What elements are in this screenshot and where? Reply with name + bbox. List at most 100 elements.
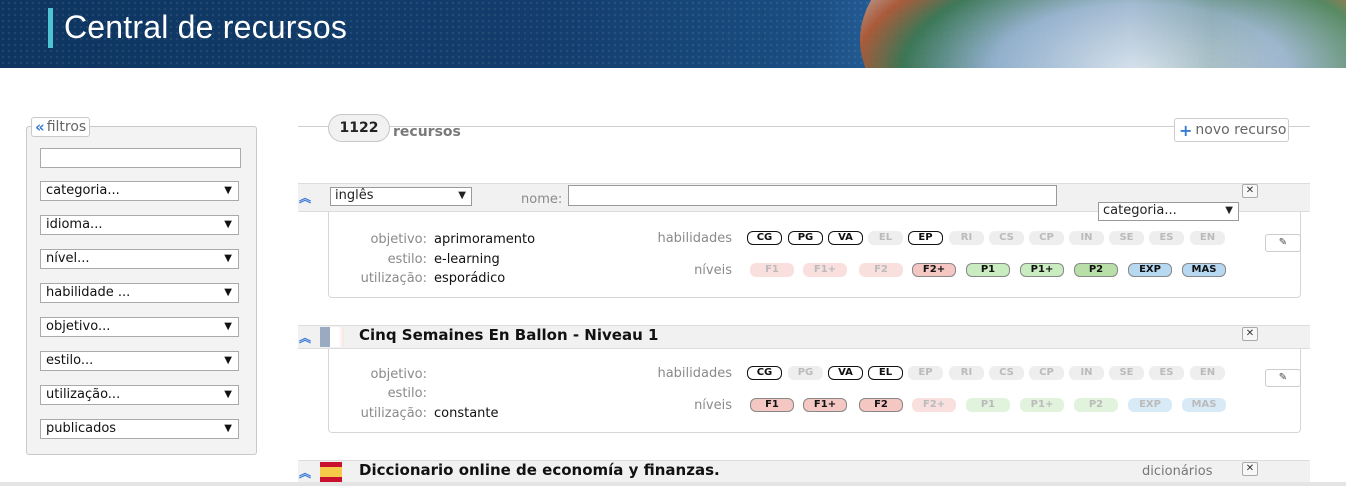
- skill-tag-cg[interactable]: CG: [747, 366, 782, 380]
- estilo-label: estilo:: [387, 386, 427, 401]
- level-tag-mas[interactable]: MAS: [1182, 263, 1226, 277]
- filter-utilizacao-value: utilização...: [46, 387, 121, 402]
- skill-tag-va[interactable]: VA: [828, 366, 863, 380]
- language-marker: [320, 327, 330, 347]
- objetivo-value: aprimoramento: [434, 232, 536, 247]
- resource-count-badge: 1122: [328, 114, 390, 142]
- habilidades-label: habilidades: [657, 231, 732, 246]
- skill-tag-ep[interactable]: EP: [908, 366, 943, 380]
- objetivo-label: objetivo:: [370, 232, 427, 247]
- skill-tag-cg[interactable]: CG: [747, 231, 782, 245]
- name-field-label: nome:: [521, 192, 563, 207]
- skill-tag-cp[interactable]: CP: [1029, 366, 1064, 380]
- chevron-double-up-icon[interactable]: ︽: [299, 332, 311, 344]
- new-resource-label: novo recurso: [1195, 122, 1287, 138]
- new-resource-button[interactable]: + novo recurso: [1174, 118, 1289, 142]
- resource-title[interactable]: Diccionario online de economía y finanza…: [359, 461, 720, 479]
- skill-tag-es[interactable]: ES: [1149, 366, 1184, 380]
- skill-tag-el[interactable]: EL: [868, 231, 903, 245]
- chevron-down-icon: ▼: [224, 389, 232, 400]
- filter-idioma-value: idioma...: [46, 217, 103, 232]
- level-tag-f1[interactable]: F1: [750, 398, 794, 412]
- skill-tag-en[interactable]: EN: [1190, 231, 1225, 245]
- level-tag-mas[interactable]: MAS: [1182, 398, 1226, 412]
- level-tag-f2-plus[interactable]: F2+: [912, 398, 956, 412]
- language-marker-stripe: [330, 327, 344, 347]
- skill-tag-el[interactable]: EL: [868, 366, 903, 380]
- page-title: Central de recursos: [64, 9, 348, 45]
- level-tag-f1-plus[interactable]: F1+: [803, 398, 847, 412]
- level-tag-exp[interactable]: EXP: [1128, 398, 1172, 412]
- category-select-value: categoria...: [1103, 203, 1177, 218]
- close-icon[interactable]: ✕: [1242, 462, 1258, 476]
- header-globe-image: [860, 0, 1346, 68]
- resource-count-label: recursos: [393, 124, 461, 140]
- level-tag-exp[interactable]: EXP: [1128, 263, 1172, 277]
- chevron-down-icon: ▼: [224, 423, 232, 434]
- language-select[interactable]: inglês ▼: [330, 187, 472, 206]
- name-input[interactable]: [568, 185, 1057, 206]
- skill-tag-in[interactable]: IN: [1069, 231, 1104, 245]
- filter-estilo-value: estilo...: [46, 353, 94, 368]
- close-icon[interactable]: ✕: [1242, 327, 1258, 341]
- level-tag-p1[interactable]: P1: [966, 263, 1010, 277]
- level-tag-f2-plus[interactable]: F2+: [912, 263, 956, 277]
- objetivo-label: objetivo:: [370, 367, 427, 382]
- filter-idioma-select[interactable]: idioma... ▼: [40, 215, 239, 235]
- filter-categoria-value: categoria...: [46, 183, 120, 198]
- level-tag-f1[interactable]: F1: [750, 263, 794, 277]
- level-tag-p2[interactable]: P2: [1074, 263, 1118, 277]
- level-tag-p1-plus[interactable]: P1+: [1020, 263, 1064, 277]
- filter-search-input[interactable]: [40, 148, 241, 168]
- filters-toggle[interactable]: « filtros: [31, 117, 91, 137]
- chevron-down-icon: ▼: [224, 321, 232, 332]
- chevron-double-up-icon[interactable]: ︽: [299, 467, 311, 479]
- filter-categoria-select[interactable]: categoria... ▼: [40, 181, 239, 201]
- skill-tag-en[interactable]: EN: [1190, 366, 1225, 380]
- filter-estilo-select[interactable]: estilo... ▼: [40, 351, 239, 371]
- skill-tag-cp[interactable]: CP: [1029, 231, 1064, 245]
- skill-tag-cs[interactable]: CS: [989, 366, 1024, 380]
- page-bottom-edge: [0, 482, 1346, 486]
- pencil-icon[interactable]: ✎: [1265, 234, 1301, 252]
- skill-tag-es[interactable]: ES: [1149, 231, 1184, 245]
- skill-tag-va[interactable]: VA: [828, 231, 863, 245]
- skill-tag-ep[interactable]: EP: [908, 231, 943, 245]
- resource-title[interactable]: Cinq Semaines En Ballon - Niveau 1: [359, 326, 658, 344]
- filter-habilidade-select[interactable]: habilidade ... ▼: [40, 283, 239, 303]
- niveis-label: níveis: [694, 398, 732, 413]
- niveis-label: níveis: [694, 263, 732, 278]
- filter-publicados-value: publicados: [46, 421, 117, 436]
- chevron-down-icon: ▼: [224, 185, 232, 196]
- filter-utilizacao-select[interactable]: utilização... ▼: [40, 385, 239, 405]
- skill-tag-se[interactable]: SE: [1109, 366, 1144, 380]
- filter-objetivo-select[interactable]: objetivo... ▼: [40, 317, 239, 337]
- level-tag-f2[interactable]: F2: [859, 398, 903, 412]
- spanish-flag-icon: [320, 462, 342, 482]
- skill-tag-se[interactable]: SE: [1109, 231, 1144, 245]
- filter-publicados-select[interactable]: publicados ▼: [40, 419, 239, 439]
- level-tag-f1-plus[interactable]: F1+: [803, 263, 847, 277]
- skill-tag-cs[interactable]: CS: [989, 231, 1024, 245]
- language-select-value: inglês: [335, 188, 374, 203]
- app-header: Central de recursos: [0, 0, 1346, 68]
- habilidades-label: habilidades: [657, 366, 732, 381]
- level-tag-p1-plus[interactable]: P1+: [1020, 398, 1064, 412]
- pencil-icon[interactable]: ✎: [1265, 369, 1301, 387]
- level-tag-f2[interactable]: F2: [859, 263, 903, 277]
- utilizacao-value: esporádico: [434, 271, 506, 286]
- utilizacao-label: utilização:: [360, 271, 427, 286]
- skill-tag-pg[interactable]: PG: [788, 231, 823, 245]
- skill-tag-ri[interactable]: RI: [949, 366, 984, 380]
- skill-tag-ri[interactable]: RI: [949, 231, 984, 245]
- chevron-down-icon: ▼: [224, 355, 232, 366]
- close-icon[interactable]: ✕: [1242, 184, 1258, 198]
- category-select[interactable]: categoria... ▼: [1098, 202, 1239, 221]
- skill-tag-in[interactable]: IN: [1069, 366, 1104, 380]
- chevron-down-icon: ▼: [224, 219, 232, 230]
- level-tag-p2[interactable]: P2: [1074, 398, 1118, 412]
- chevron-double-up-icon[interactable]: ︽: [299, 192, 311, 204]
- skill-tag-pg[interactable]: PG: [788, 366, 823, 380]
- level-tag-p1[interactable]: P1: [966, 398, 1010, 412]
- filter-nivel-select[interactable]: nível... ▼: [40, 249, 239, 269]
